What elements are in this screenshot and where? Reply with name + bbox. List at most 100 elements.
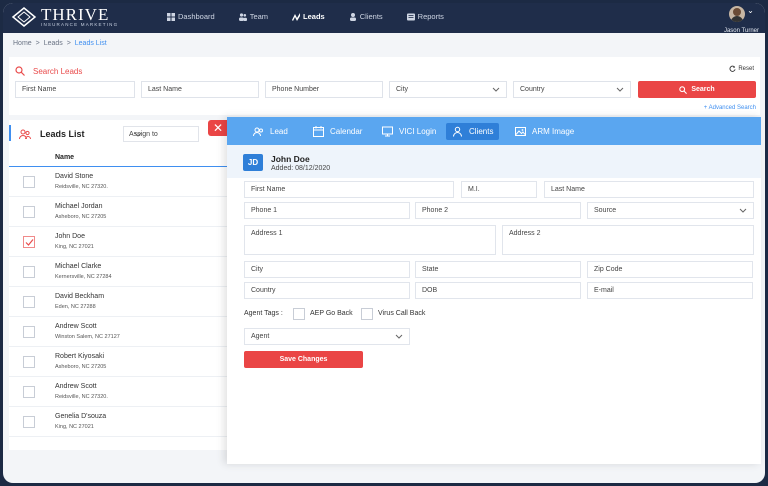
section-accent-bar xyxy=(9,125,11,141)
main-nav: Dashboard Team Leads Clients Reports xyxy=(167,12,468,21)
virus-call-back-label: Virus Call Back xyxy=(378,310,426,317)
nav-reports-label: Reports xyxy=(417,12,444,21)
close-panel-button[interactable]: ✕ xyxy=(208,120,228,136)
tab-vici-login[interactable]: VICI Login xyxy=(376,123,442,140)
list-item[interactable]: Andrew Scott Winston Salem, NC 27127 xyxy=(9,317,231,347)
list-item[interactable]: Michael Jordan Asheboro, NC 27205 xyxy=(9,197,231,227)
lead-row-address: Eden, NC 27288 xyxy=(55,304,96,310)
row-checkbox[interactable] xyxy=(23,326,35,338)
phone2-field[interactable]: Phone 2 xyxy=(415,202,581,219)
list-item[interactable]: David Beckham Eden, NC 27288 xyxy=(9,287,231,317)
nav-leads[interactable]: Leads xyxy=(292,12,325,21)
clients-icon xyxy=(349,12,356,21)
state-field[interactable]: State xyxy=(415,261,581,278)
city-field[interactable]: City xyxy=(244,261,410,278)
lead-row-name: David Stone xyxy=(55,173,94,180)
row-checkbox[interactable] xyxy=(23,266,35,278)
reports-icon xyxy=(406,13,415,20)
first-name-search-input[interactable]: First Name xyxy=(15,81,135,98)
lead-icon xyxy=(253,127,263,137)
calendar-icon xyxy=(313,126,324,137)
nav-team-label: Team xyxy=(249,12,269,21)
phone1-field[interactable]: Phone 1 xyxy=(244,202,410,219)
search-icon xyxy=(679,85,688,94)
aep-go-back-checkbox[interactable] xyxy=(293,308,305,320)
tab-calendar[interactable]: Calendar xyxy=(307,123,368,140)
assign-to-select[interactable]: Assign to xyxy=(123,126,199,142)
tab-clients[interactable]: Clients xyxy=(446,123,500,140)
agent-select[interactable]: Agent xyxy=(244,328,410,345)
list-item[interactable]: Genelia D'souza King, NC 27021 xyxy=(9,407,231,437)
avatar[interactable] xyxy=(729,6,746,22)
chevron-down-icon xyxy=(134,132,142,137)
lead-row-address: Reidsville, NC 27320. xyxy=(55,394,108,400)
first-name-field[interactable]: First Name xyxy=(244,181,454,198)
logo-subtitle: INSURANCE MARKETING xyxy=(41,22,119,27)
row-checkbox[interactable] xyxy=(23,416,35,428)
row-checkbox[interactable] xyxy=(23,356,35,368)
address2-field[interactable]: Address 2 xyxy=(502,225,754,255)
search-title: Search Leads xyxy=(15,66,82,76)
breadcrumb-separator: > xyxy=(66,40,71,47)
user-menu[interactable]: ⌄ Jason Turner xyxy=(724,6,759,34)
row-checkbox[interactable] xyxy=(23,386,35,398)
tab-lead[interactable]: Lead xyxy=(247,123,294,140)
source-select[interactable]: Source xyxy=(587,202,754,219)
middle-initial-field[interactable]: M.I. xyxy=(461,181,537,198)
lead-row-address: Winston Salem, NC 27127 xyxy=(55,334,120,340)
last-name-search-input[interactable]: Last Name xyxy=(141,81,259,98)
tab-arm-image[interactable]: ARM Image xyxy=(509,123,580,140)
lead-row-name: Andrew Scott xyxy=(55,383,97,390)
zip-code-field[interactable]: Zip Code xyxy=(587,261,753,278)
nav-team[interactable]: Team xyxy=(238,12,269,21)
row-checkbox[interactable] xyxy=(23,176,35,188)
list-item[interactable]: Andrew Scott Reidsville, NC 27320. xyxy=(9,377,231,407)
nav-dashboard[interactable]: Dashboard xyxy=(167,12,215,21)
agent-tags-label: Agent Tags : xyxy=(244,310,283,317)
logo[interactable]: THRIVE INSURANCE MARKETING xyxy=(11,6,118,28)
reset-button[interactable]: Reset xyxy=(729,65,754,72)
lead-row-name: Michael Jordan xyxy=(55,203,103,210)
phone-search-input[interactable]: Phone Number xyxy=(265,81,383,98)
breadcrumb-leads[interactable]: Leads xyxy=(44,40,63,47)
lead-header: JD John Doe Added: 08/12/2020 xyxy=(227,145,761,178)
list-item[interactable]: Michael Clarke Kernersville, NC 27284 xyxy=(9,257,231,287)
lead-row-name: Genelia D'souza xyxy=(55,413,107,420)
advanced-search-link[interactable]: + Advanced Search xyxy=(704,105,756,111)
save-changes-button[interactable]: Save Changes xyxy=(244,351,363,368)
leads-list-header: Leads List Assign to ✕ xyxy=(9,120,231,146)
dob-field[interactable]: DOB xyxy=(415,282,581,299)
nav-clients[interactable]: Clients xyxy=(349,12,383,21)
list-item[interactable]: Robert Kiyosaki Asheboro, NC 27205 xyxy=(9,347,231,377)
country-field[interactable]: Country xyxy=(244,282,410,299)
row-checkbox[interactable] xyxy=(23,236,35,248)
lead-row-address: Asheboro, NC 27205 xyxy=(55,364,107,370)
list-item[interactable]: John Doe King, NC 27021 xyxy=(9,227,231,257)
leads-list-panel: Leads List Assign to ✕ Name David Stone R… xyxy=(9,120,231,450)
lead-row-address: Kernersville, NC 27284 xyxy=(55,274,112,280)
city-select[interactable]: City xyxy=(389,81,507,98)
last-name-field[interactable]: Last Name xyxy=(544,181,754,198)
row-checkbox[interactable] xyxy=(23,206,35,218)
list-item[interactable]: David Stone Reidsville, NC 27320. xyxy=(9,167,231,197)
chevron-down-icon[interactable]: ⌄ xyxy=(747,6,754,15)
reset-label: Reset xyxy=(738,65,754,72)
vici-login-icon xyxy=(382,126,393,137)
search-button[interactable]: Search xyxy=(638,81,756,98)
row-checkbox[interactable] xyxy=(23,296,35,308)
lead-row-name: David Beckham xyxy=(55,293,105,300)
arm-image-icon xyxy=(515,127,526,136)
country-select[interactable]: Country xyxy=(513,81,631,98)
city-select-label: City xyxy=(396,86,409,93)
email-field[interactable]: E-mail xyxy=(587,282,753,299)
search-icon xyxy=(15,66,25,76)
lead-row-name: Michael Clarke xyxy=(55,263,102,270)
app-frame: THRIVE INSURANCE MARKETING Dashboard Tea… xyxy=(3,3,765,483)
logo-icon xyxy=(11,7,37,27)
country-select-label: Country xyxy=(520,86,545,93)
virus-call-back-checkbox[interactable] xyxy=(361,308,373,320)
chevron-down-icon xyxy=(739,208,747,213)
nav-reports[interactable]: Reports xyxy=(406,12,444,21)
address1-field[interactable]: Address 1 xyxy=(244,225,496,255)
breadcrumb-home[interactable]: Home xyxy=(13,40,32,47)
